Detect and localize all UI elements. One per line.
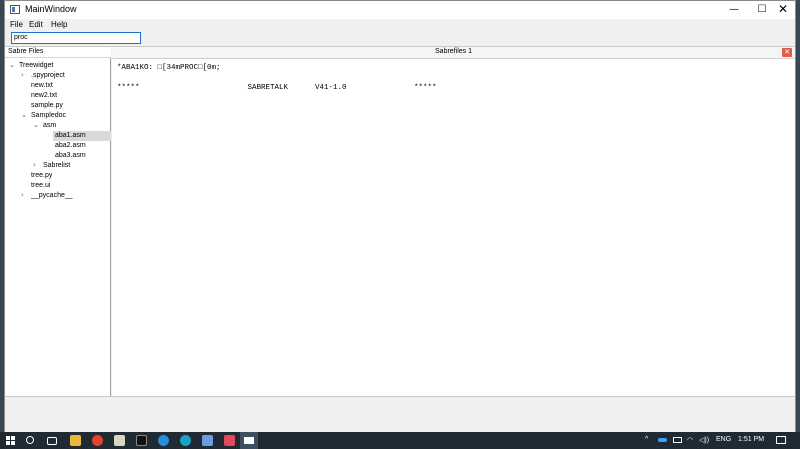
tab-sabrefiles-1[interactable]: Sabrefiles 1 — [112, 48, 795, 55]
mainwindow-app-icon — [244, 437, 254, 444]
chevron-right-icon[interactable]: › — [21, 191, 24, 199]
close-tab-icon[interactable]: ✕ — [782, 48, 792, 57]
volume-icon[interactable]: ◁)) — [699, 436, 709, 444]
close-button[interactable]: ✕ — [769, 1, 797, 19]
menu-help[interactable]: Help — [51, 20, 67, 29]
code-line-2[interactable]: ***** SABRETALK V41-1.0 ***** — [117, 84, 437, 92]
tree-item-spyproject[interactable]: .spyproject — [31, 71, 65, 81]
tree-item-aba3-asm[interactable]: aba3.asm — [55, 151, 86, 161]
taskbar: ^ ◠ ◁)) ENG 1:51 PM — [0, 432, 800, 449]
chrome-icon[interactable] — [92, 435, 103, 446]
minimize-button[interactable]: — — [720, 1, 748, 19]
tree-item-sampledoc[interactable]: Sampledoc — [31, 111, 66, 121]
tree-item-tree-py[interactable]: tree.py — [31, 171, 52, 181]
chevron-right-icon[interactable]: › — [21, 71, 24, 79]
chevron-down-icon[interactable]: ⌄ — [21, 111, 27, 119]
onedrive-icon[interactable] — [658, 438, 667, 442]
tree-header[interactable]: Sabre Files — [5, 47, 111, 58]
notifications-icon[interactable] — [776, 436, 786, 444]
tree-item-treewidget[interactable]: Treewidget — [19, 61, 53, 71]
window-title: MainWindow — [25, 4, 77, 14]
file-tree: Sabre Files ⌄ Treewidget › .spyproject n… — [5, 46, 111, 396]
task-view-icon[interactable] — [47, 437, 57, 445]
bottom-panel — [5, 396, 795, 432]
chevron-right-icon[interactable]: › — [33, 161, 36, 169]
tab-bar: Sabrefiles 1 ✕ — [112, 47, 795, 59]
chevron-up-icon[interactable]: ^ — [645, 436, 648, 443]
tree-item-tree-ui[interactable]: tree.ui — [31, 181, 50, 191]
windows-start-icon[interactable] — [6, 436, 15, 445]
search-input[interactable]: proc — [11, 32, 141, 44]
wifi-icon[interactable]: ◠ — [687, 436, 693, 444]
tree-item-new-txt[interactable]: new.txt — [31, 81, 53, 91]
notepad-icon[interactable] — [114, 435, 125, 446]
battery-icon[interactable] — [673, 437, 682, 443]
terminal-icon[interactable] — [136, 435, 147, 446]
tree-item-sample-py[interactable]: sample.py — [31, 101, 63, 111]
main-window: MainWindow — ☐ ✕ File Edit Help proc Sab… — [4, 0, 796, 432]
file-explorer-icon[interactable] — [70, 435, 81, 446]
app-icon — [10, 5, 20, 14]
tree-item-aba1-asm[interactable]: aba1.asm — [53, 131, 111, 141]
code-line-1[interactable]: *ABA1KO: □[34mPROC□[0m; — [117, 64, 221, 72]
editor-pane: Sabrefiles 1 ✕ *ABA1KO: □[34mPROC□[0m; *… — [112, 46, 795, 396]
chevron-down-icon[interactable]: ⌄ — [33, 121, 39, 129]
tree-item-sabrelist[interactable]: Sabrelist — [43, 161, 70, 171]
tree-item-aba2-asm[interactable]: aba2.asm — [55, 141, 86, 151]
menu-bar: File Edit Help — [5, 19, 795, 32]
tree-item-asm[interactable]: asm — [43, 121, 56, 131]
clock[interactable]: 1:51 PM — [738, 436, 764, 443]
menu-file[interactable]: File — [10, 20, 23, 29]
tree-item-pycache[interactable]: __pycache__ — [31, 191, 73, 201]
title-bar[interactable]: MainWindow — ☐ ✕ — [5, 1, 795, 19]
language-indicator[interactable]: ENG — [716, 436, 731, 443]
tree-item-new2-txt[interactable]: new2.txt — [31, 91, 57, 101]
red-app-icon[interactable] — [224, 435, 235, 446]
menu-edit[interactable]: Edit — [29, 20, 43, 29]
chevron-down-icon[interactable]: ⌄ — [9, 61, 15, 69]
search-icon[interactable] — [26, 436, 34, 444]
edge-icon[interactable] — [180, 435, 191, 446]
tool-app-icon[interactable] — [202, 435, 213, 446]
sync-app-icon[interactable] — [158, 435, 169, 446]
